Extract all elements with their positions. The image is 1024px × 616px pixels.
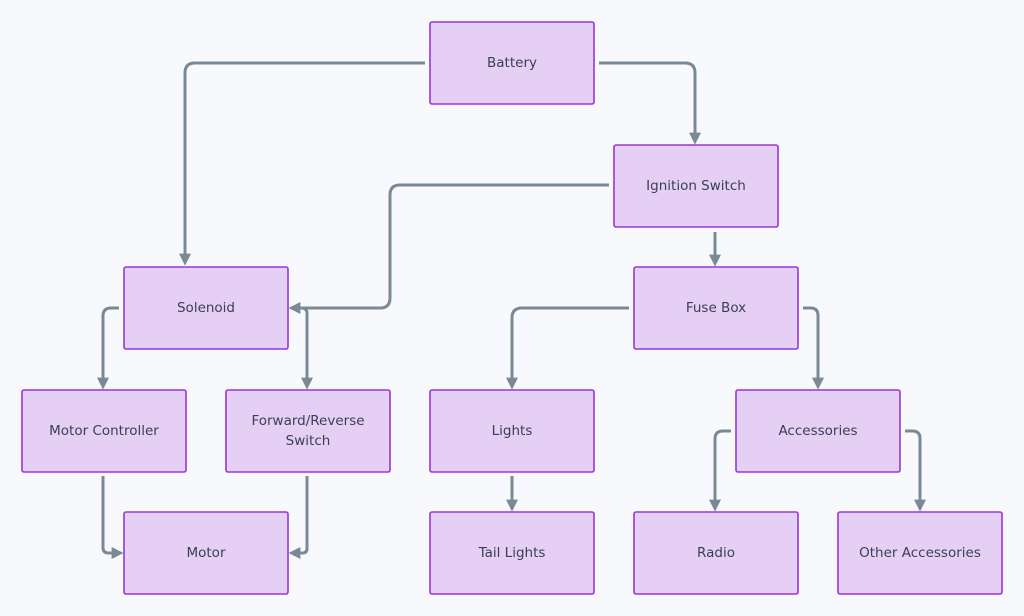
- edge-fuse-to-lights: [506, 306, 629, 390]
- node-label: Other Accessories: [859, 545, 981, 561]
- node-label: Ignition Switch: [646, 178, 746, 194]
- node-ignition: Ignition Switch: [613, 144, 779, 228]
- node-label: Radio: [697, 545, 735, 561]
- node-fwdrev: Forward/Reverse Switch: [225, 389, 391, 473]
- node-motorctrl: Motor Controller: [21, 389, 187, 473]
- edge-fuse-to-accessories: [803, 306, 824, 390]
- node-label: Solenoid: [177, 300, 235, 316]
- flowchart: Battery Ignition Switch Solenoid Fuse Box Mo…: [21, 21, 1003, 595]
- node-label: Battery: [487, 55, 537, 71]
- node-label: Fuse Box: [686, 300, 746, 316]
- node-solenoid: Solenoid: [123, 266, 289, 350]
- node-fuse: Fuse Box: [633, 266, 799, 350]
- node-label: Motor Controller: [49, 423, 159, 439]
- node-motor: Motor: [123, 511, 289, 595]
- edge-motorctrl-to-motor: [101, 476, 124, 559]
- edge-accessories-to-other: [905, 429, 926, 512]
- node-label: Switch: [286, 433, 331, 449]
- edge-accessories-to-radio: [709, 429, 731, 512]
- node-radio: Radio: [633, 511, 799, 595]
- edge-solenoid-to-motorctrl: [97, 306, 119, 390]
- node-label: Lights: [492, 423, 533, 439]
- edge-battery-to-ignition: [599, 61, 701, 145]
- edge-solenoid-to-fwdrev: [296, 306, 313, 390]
- node-box: [225, 389, 391, 473]
- node-tail: Tail Lights: [429, 511, 595, 595]
- node-lights: Lights: [429, 389, 595, 473]
- node-label: Tail Lights: [478, 545, 546, 561]
- node-label: Motor: [186, 545, 225, 561]
- edge-fwdrev-to-motor: [288, 476, 309, 559]
- node-battery: Battery: [429, 21, 595, 105]
- edge-ignition-to-solenoid: [288, 183, 609, 314]
- node-label: Accessories: [778, 423, 857, 439]
- node-accessories: Accessories: [735, 389, 901, 473]
- node-other: Other Accessories: [837, 511, 1003, 595]
- node-label: Forward/Reverse: [251, 413, 364, 429]
